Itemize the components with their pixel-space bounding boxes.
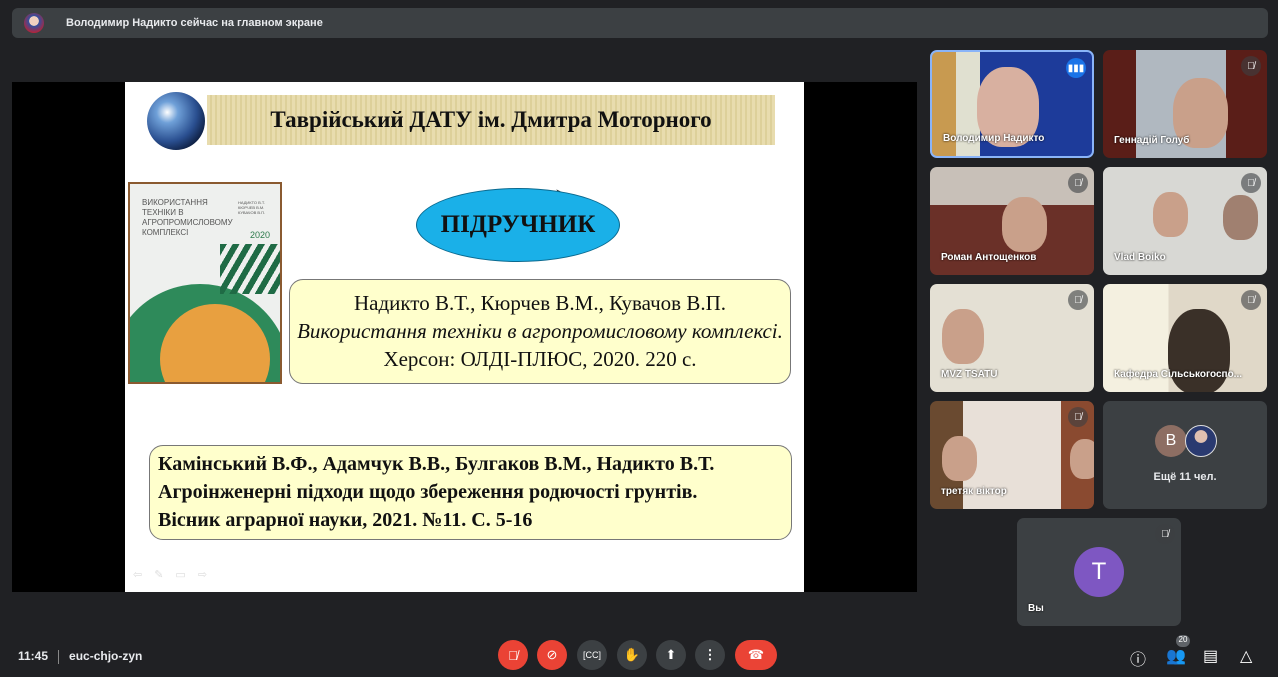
info-icon: ⓘ — [1130, 652, 1147, 669]
present-button[interactable]: ⬆ — [656, 640, 686, 670]
more-participants-tile[interactable]: В Ещё 11 чел. — [1103, 401, 1267, 509]
people-icon: 👥 — [1166, 648, 1186, 665]
globe-logo — [147, 92, 205, 150]
people-button[interactable]: 👥 — [1166, 646, 1186, 666]
participant-avatar: В — [1155, 425, 1187, 457]
info-button[interactable]: ⓘ — [1130, 646, 1146, 670]
slide-nav-icons[interactable]: ⇦✎▭⇨ — [133, 568, 219, 581]
mic-off-icon: 🎙̸ — [1241, 290, 1261, 310]
mic-off-icon: 🎙̸ — [1068, 407, 1088, 427]
self-tile[interactable]: Т 🎙̸ Вы — [1017, 518, 1181, 626]
participant-tile[interactable]: 🎙̸ Роман Антощенков — [930, 167, 1094, 275]
self-avatar: Т — [1074, 547, 1124, 597]
more-vert-icon: ⋮ — [703, 647, 717, 662]
camera-toggle-button[interactable]: ⊘ — [537, 640, 567, 670]
reference-textbook: Надикто В.Т., Кюрчев В.М., Кувачов В.П. … — [289, 279, 791, 384]
mic-off-icon: 🎙̸ — [1068, 290, 1088, 310]
reference-article: Камінський В.Ф., Адамчук В.В., Булгаков … — [149, 445, 792, 540]
participant-tile[interactable]: 🎙̸ Кафедра Сільськогоспо... — [1103, 284, 1267, 392]
activities-button[interactable]: △ — [1240, 646, 1252, 666]
mic-off-icon: 🎙̸ — [1241, 56, 1261, 76]
activities-icon: △ — [1240, 648, 1253, 665]
raise-hand-button[interactable]: ✋ — [617, 640, 647, 670]
book-cover: ВИКОРИСТАННЯ ТЕХНІКИ В АГРОПРОМИСЛОВОМУ … — [128, 182, 282, 384]
presentation-stage[interactable]: Таврійський ДАТУ ім. Дмитра Моторного ВИ… — [12, 82, 917, 592]
participant-avatar — [1185, 425, 1217, 457]
participant-tile[interactable]: 🎙̸ Vlad Boiko — [1103, 167, 1267, 275]
participant-tile[interactable]: 🎙̸ MVZ TSATU — [930, 284, 1094, 392]
captions-button[interactable]: [CC] — [577, 640, 607, 670]
participant-tile[interactable]: ▮▮▮ Володимир Надикто — [930, 50, 1094, 158]
textbook-label: ПІДРУЧНИК — [416, 188, 620, 262]
speaking-icon: ▮▮▮ — [1066, 58, 1086, 78]
camera-off-icon: ⊘ — [546, 647, 558, 662]
mic-off-icon: 🎙̸ — [508, 647, 518, 663]
present-icon: ⬆ — [665, 647, 677, 662]
meeting-info: 11:45 euc-chjo-zyn — [18, 649, 143, 664]
slide: Таврійський ДАТУ ім. Дмитра Моторного ВИ… — [125, 82, 804, 592]
participant-tile[interactable]: 🎙̸ третяк віктор — [930, 401, 1094, 509]
mic-off-icon: 🎙̸ — [1068, 173, 1088, 193]
chat-icon: ▤ — [1203, 648, 1219, 665]
control-bar: 11:45 euc-chjo-zyn 🎙̸ ⊘ [CC] ✋ ⬆ ⋮ ☎ ⓘ 20… — [0, 635, 1278, 672]
presentation-banner: Володимир Надикто сейчас на главном экра… — [12, 8, 1268, 38]
hang-up-icon: ☎ — [747, 647, 765, 662]
banner-text: Володимир Надикто сейчас на главном экра… — [66, 17, 323, 29]
hand-icon: ✋ — [623, 647, 641, 662]
slide-header: Таврійський ДАТУ ім. Дмитра Моторного — [207, 95, 775, 145]
mic-toggle-button[interactable]: 🎙̸ — [498, 640, 528, 670]
participant-tile[interactable]: 🎙̸ Геннадій Голуб — [1103, 50, 1267, 158]
captions-icon: [CC] — [583, 650, 601, 660]
mic-off-icon: 🎙̸ — [1241, 173, 1261, 193]
presenter-avatar — [24, 13, 44, 33]
chat-button[interactable]: ▤ — [1203, 646, 1218, 666]
leave-call-button[interactable]: ☎ — [735, 640, 777, 670]
more-options-button[interactable]: ⋮ — [695, 640, 725, 670]
mic-off-icon: 🎙̸ — [1155, 524, 1175, 544]
